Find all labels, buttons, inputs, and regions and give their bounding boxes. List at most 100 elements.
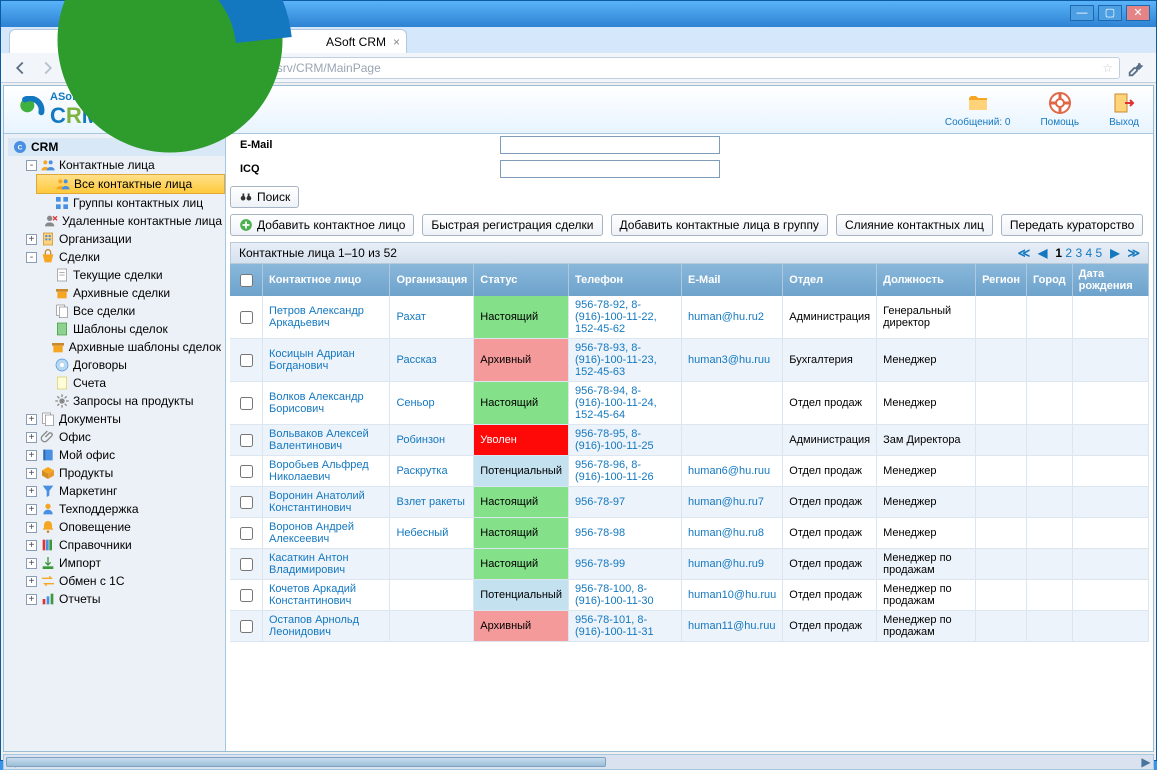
cell-link[interactable]: Косицын Адриан Богданович bbox=[269, 348, 355, 372]
table-header[interactable]: Телефон bbox=[568, 264, 681, 296]
sidebar-item[interactable]: +Продукты bbox=[22, 464, 225, 482]
cell-link[interactable]: Рассказ bbox=[396, 354, 436, 366]
row-checkbox[interactable] bbox=[240, 397, 253, 410]
cell-link[interactable]: 956-78-93, 8-(916)-100-11-23, 152-45-63 bbox=[575, 342, 657, 378]
sidebar-item[interactable]: +Организации bbox=[22, 230, 225, 248]
pager-prev-icon[interactable]: ◀ bbox=[1038, 246, 1047, 260]
add-to-group-button[interactable]: Добавить контактные лица в группу bbox=[611, 214, 828, 236]
select-all-checkbox[interactable] bbox=[240, 274, 253, 287]
pager-page[interactable]: 4 bbox=[1085, 246, 1092, 260]
sidebar-item[interactable]: Архивные шаблоны сделок bbox=[36, 338, 225, 356]
pager-page[interactable]: 3 bbox=[1075, 246, 1082, 260]
table-header[interactable]: Город bbox=[1026, 264, 1072, 296]
sidebar-item[interactable]: Группы контактных лиц bbox=[36, 194, 225, 212]
cell-link[interactable]: 956-78-96, 8-(916)-100-11-26 bbox=[575, 459, 654, 483]
cell-link[interactable]: Раскрутка bbox=[396, 465, 447, 477]
sidebar-item[interactable]: Запросы на продукты bbox=[36, 392, 225, 410]
cell-link[interactable]: Взлет ракеты bbox=[396, 496, 464, 508]
row-checkbox[interactable] bbox=[240, 434, 253, 447]
cell-link[interactable]: human@hu.ru8 bbox=[688, 527, 764, 539]
cell-link[interactable]: 956-78-97 bbox=[575, 496, 625, 508]
scroll-right-icon[interactable]: ▶ bbox=[1139, 755, 1153, 769]
cell-link[interactable]: Вольваков Алексей Валентинович bbox=[269, 428, 369, 452]
cell-link[interactable]: Рахат bbox=[396, 311, 425, 323]
row-checkbox[interactable] bbox=[240, 311, 253, 324]
table-header[interactable]: Контактное лицо bbox=[263, 264, 390, 296]
tree-expand-icon[interactable]: + bbox=[26, 594, 37, 605]
table-header[interactable]: Отдел bbox=[783, 264, 877, 296]
cell-link[interactable]: human@hu.ru2 bbox=[688, 311, 764, 323]
cell-link[interactable]: Кочетов Аркадий Константинович bbox=[269, 583, 356, 607]
sidebar-item[interactable]: +Офис bbox=[22, 428, 225, 446]
messages-button[interactable]: Сообщений: 0 bbox=[945, 91, 1011, 128]
nav-forward-icon[interactable] bbox=[37, 57, 59, 79]
help-button[interactable]: Помощь bbox=[1040, 91, 1079, 128]
row-checkbox[interactable] bbox=[240, 354, 253, 367]
cell-link[interactable]: Воронов Андрей Алексеевич bbox=[269, 521, 354, 545]
sidebar-item[interactable]: +Импорт bbox=[22, 554, 225, 572]
table-header[interactable]: Дата рождения bbox=[1072, 264, 1148, 296]
sidebar-item[interactable]: Удаленные контактные лица bbox=[36, 212, 225, 230]
sidebar-item[interactable]: +Мой офис bbox=[22, 446, 225, 464]
tree-expand-icon[interactable]: + bbox=[26, 558, 37, 569]
tree-expand-icon[interactable]: + bbox=[26, 576, 37, 587]
sidebar-item[interactable]: Договоры bbox=[36, 356, 225, 374]
tree-expand-icon[interactable]: + bbox=[26, 450, 37, 461]
tree-expand-icon[interactable]: - bbox=[26, 252, 37, 263]
row-checkbox[interactable] bbox=[240, 496, 253, 509]
table-header[interactable]: Регион bbox=[976, 264, 1027, 296]
cell-link[interactable]: human11@hu.ruu bbox=[688, 620, 775, 632]
cell-link[interactable]: Касаткин Антон Владимирович bbox=[269, 552, 349, 576]
sidebar-item[interactable]: Все сделки bbox=[36, 302, 225, 320]
scrollbar-thumb[interactable] bbox=[6, 757, 606, 767]
browser-tab[interactable]: ASoft CRM × bbox=[9, 29, 407, 53]
cell-link[interactable]: Петров Александр Аркадьевич bbox=[269, 305, 364, 329]
pager-first-icon[interactable]: ≪ bbox=[1018, 246, 1031, 260]
cell-link[interactable]: 956-78-95, 8-(916)-100-11-25 bbox=[575, 428, 654, 452]
table-header[interactable]: Должность bbox=[877, 264, 976, 296]
cell-link[interactable]: Робинзон bbox=[396, 434, 445, 446]
cell-link[interactable]: Воробьев Альфред Николаевич bbox=[269, 459, 369, 483]
pager-page[interactable]: 2 bbox=[1065, 246, 1072, 260]
cell-link[interactable]: 956-78-100, 8-(916)-100-11-30 bbox=[575, 583, 654, 607]
tree-expand-icon[interactable]: + bbox=[26, 432, 37, 443]
tree-expand-icon[interactable]: + bbox=[26, 486, 37, 497]
sidebar-item[interactable]: +Оповещение bbox=[22, 518, 225, 536]
sidebar-item[interactable]: Счета bbox=[36, 374, 225, 392]
quick-deal-button[interactable]: Быстрая регистрация сделки bbox=[422, 214, 602, 236]
window-minimize[interactable]: — bbox=[1070, 5, 1094, 21]
pager-next-icon[interactable]: ▶ bbox=[1110, 246, 1119, 260]
cell-link[interactable]: human@hu.ru9 bbox=[688, 558, 764, 570]
cell-link[interactable]: 956-78-101, 8-(916)-100-11-31 bbox=[575, 614, 654, 638]
sidebar-item[interactable]: Шаблоны сделок bbox=[36, 320, 225, 338]
sidebar-item[interactable]: Текущие сделки bbox=[36, 266, 225, 284]
tree-expand-icon[interactable]: + bbox=[26, 234, 37, 245]
cell-link[interactable]: Остапов Арнольд Леонидович bbox=[269, 614, 359, 638]
row-checkbox[interactable] bbox=[240, 589, 253, 602]
row-checkbox[interactable] bbox=[240, 620, 253, 633]
cell-link[interactable]: 956-78-99 bbox=[575, 558, 625, 570]
bookmark-star-icon[interactable]: ☆ bbox=[1102, 61, 1113, 75]
window-close[interactable]: ✕ bbox=[1126, 5, 1150, 21]
cell-link[interactable]: human@hu.ru7 bbox=[688, 496, 764, 508]
pager-last-icon[interactable]: ≫ bbox=[1127, 246, 1140, 260]
pager-page[interactable]: 1 bbox=[1055, 246, 1062, 260]
sidebar-item[interactable]: Архивные сделки bbox=[36, 284, 225, 302]
tree-expand-icon[interactable]: + bbox=[26, 468, 37, 479]
cell-link[interactable]: Волков Александр Борисович bbox=[269, 391, 364, 415]
row-checkbox[interactable] bbox=[240, 558, 253, 571]
tree-expand-icon[interactable]: + bbox=[26, 540, 37, 551]
tab-close-icon[interactable]: × bbox=[393, 35, 400, 49]
table-header[interactable]: E-Mail bbox=[682, 264, 783, 296]
sidebar-item[interactable]: +Отчеты bbox=[22, 590, 225, 608]
filter-icq-input[interactable] bbox=[500, 160, 720, 178]
merge-contacts-button[interactable]: Слияние контактных лиц bbox=[836, 214, 993, 236]
cell-link[interactable]: human3@hu.ruu bbox=[688, 354, 770, 366]
pager-page[interactable]: 5 bbox=[1096, 246, 1103, 260]
exit-button[interactable]: Выход bbox=[1109, 91, 1139, 128]
row-checkbox[interactable] bbox=[240, 527, 253, 540]
sidebar-item[interactable]: +Маркетинг bbox=[22, 482, 225, 500]
sidebar-item[interactable]: +Документы bbox=[22, 410, 225, 428]
sidebar-item[interactable]: +Справочники bbox=[22, 536, 225, 554]
filter-email-input[interactable] bbox=[500, 136, 720, 154]
